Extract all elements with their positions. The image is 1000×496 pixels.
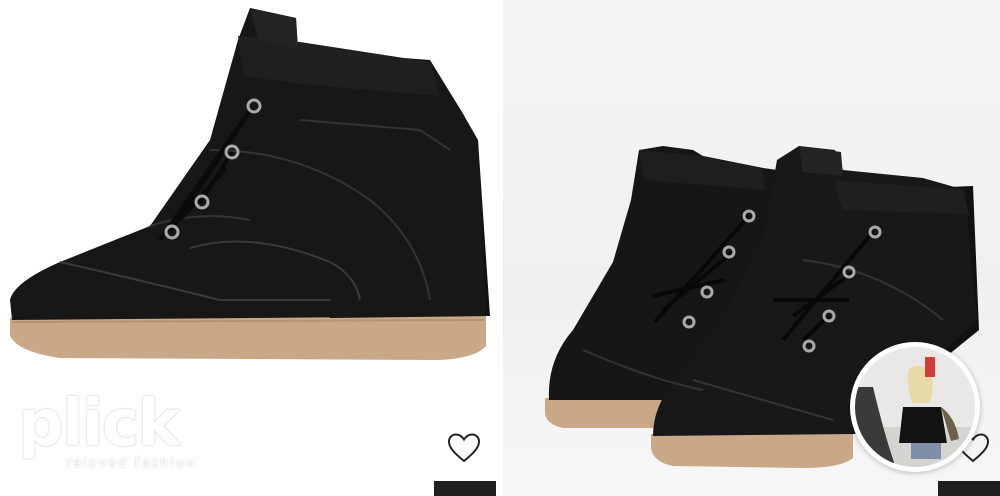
carousel-control[interactable] bbox=[434, 481, 496, 496]
carousel-control[interactable] bbox=[938, 481, 1000, 496]
product-image-side[interactable]: plick reloved fashion bbox=[0, 0, 500, 496]
logo-tagline: reloved fashion bbox=[66, 456, 197, 471]
seller-avatar[interactable] bbox=[850, 342, 980, 472]
heart-outline-icon[interactable] bbox=[447, 432, 481, 464]
seller-photo bbox=[855, 347, 975, 467]
logo-wordmark: plick bbox=[18, 387, 180, 461]
seller-photo-image bbox=[855, 347, 975, 467]
plick-logo: plick reloved fashion bbox=[18, 387, 197, 476]
